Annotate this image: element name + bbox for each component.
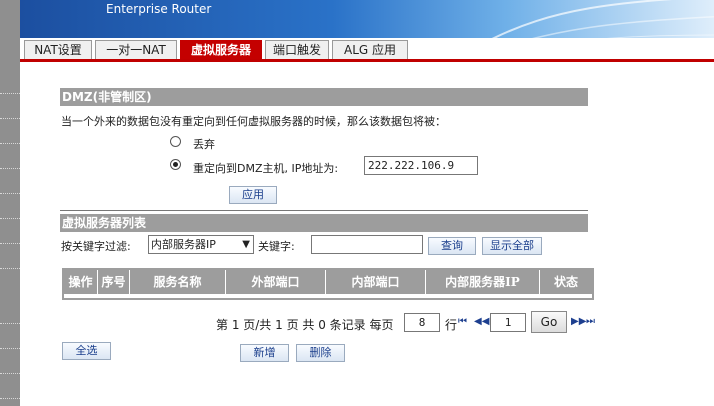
query-button[interactable]: 查询: [428, 237, 476, 255]
sidebar-divider: [0, 118, 20, 119]
vs-list-section-title: 虚拟服务器列表: [60, 214, 588, 232]
radio-redirect-label: 重定向到DMZ主机, IP地址为:: [193, 162, 339, 175]
dmz-ip-input[interactable]: 222.222.106.9: [364, 156, 478, 175]
tab-bar: NAT设置 一对一NAT 虚拟服务器 端口触发 ALG 应用: [20, 38, 714, 62]
delete-button[interactable]: 删除: [296, 344, 345, 362]
row-label: 行: [445, 318, 458, 332]
radio-drop-label: 丢弃: [193, 138, 215, 151]
divider: [60, 210, 588, 211]
dmz-section-title: DMZ(非管制区): [60, 88, 588, 106]
sidebar-divider: [0, 168, 20, 169]
per-page-input[interactable]: 8: [404, 313, 440, 332]
tab-alg[interactable]: ALG 应用: [332, 40, 408, 59]
app-title: Enterprise Router: [106, 2, 212, 16]
virtual-server-table: 操作 序号 服务名称 外部端口 内部端口 内部服务器IP 状态: [62, 268, 594, 300]
tab-virtual-server[interactable]: 虚拟服务器: [180, 40, 262, 59]
sidebar-divider: [0, 218, 20, 219]
column-header: 操作: [64, 270, 98, 294]
radio-redirect-dmz[interactable]: [170, 159, 181, 170]
keyword-label: 关键字:: [258, 240, 295, 253]
sidebar-divider: [0, 398, 20, 399]
left-sidebar: [0, 0, 20, 406]
chevron-down-icon: ▼: [242, 239, 250, 250]
sidebar-divider: [0, 93, 20, 94]
tab-one-to-one-nat[interactable]: 一对一NAT: [95, 40, 177, 59]
pager-summary: 第 1 页/共 1 页 共 0 条记录 每页: [216, 318, 394, 332]
column-header: 状态: [553, 275, 578, 289]
sidebar-divider: [0, 268, 20, 269]
filter-select-value: 内部服务器IP: [151, 238, 216, 251]
first-page-icon[interactable]: ⏮: [458, 316, 467, 327]
filter-select[interactable]: 内部服务器IP ▼: [148, 235, 254, 254]
tab-port-trigger[interactable]: 端口触发: [265, 40, 329, 59]
sidebar-divider: [0, 243, 20, 244]
page-number-input[interactable]: 1: [490, 313, 526, 332]
next-page-icon[interactable]: ▶▶: [571, 316, 586, 327]
filter-label: 按关键字过滤:: [61, 240, 131, 253]
last-page-icon[interactable]: ⏭: [586, 316, 595, 327]
table-header: 操作 序号 服务名称 外部端口 内部端口 内部服务器IP 状态: [64, 270, 592, 294]
column-header: 序号: [98, 270, 130, 294]
tab-underline: [20, 59, 714, 62]
select-all-button[interactable]: 全选: [62, 342, 111, 360]
add-button[interactable]: 新增: [240, 344, 289, 362]
sidebar-divider: [0, 193, 20, 194]
sidebar-divider: [0, 143, 20, 144]
column-header: 外部端口: [226, 270, 326, 294]
sidebar-divider: [0, 373, 20, 374]
show-all-button[interactable]: 显示全部: [482, 237, 542, 255]
sidebar-divider: [0, 323, 20, 324]
apply-button[interactable]: 应用: [229, 186, 277, 204]
column-header: 内部端口: [326, 270, 426, 294]
tab-nat-settings[interactable]: NAT设置: [24, 40, 92, 59]
banner-decoration-icon: [491, 0, 714, 38]
keyword-input[interactable]: [311, 235, 423, 254]
previous-page-icon[interactable]: ◀◀: [474, 316, 489, 327]
sidebar-divider: [0, 348, 20, 349]
go-button[interactable]: Go: [531, 311, 567, 333]
dmz-description: 当一个外来的数据包没有重定向到任何虚拟服务器的时候，那么该数据包将被：: [61, 115, 446, 128]
radio-drop[interactable]: [170, 136, 181, 147]
column-header: 内部服务器IP: [426, 270, 540, 294]
column-header: 服务名称: [130, 270, 226, 294]
header-banner: Enterprise Router: [20, 0, 714, 38]
